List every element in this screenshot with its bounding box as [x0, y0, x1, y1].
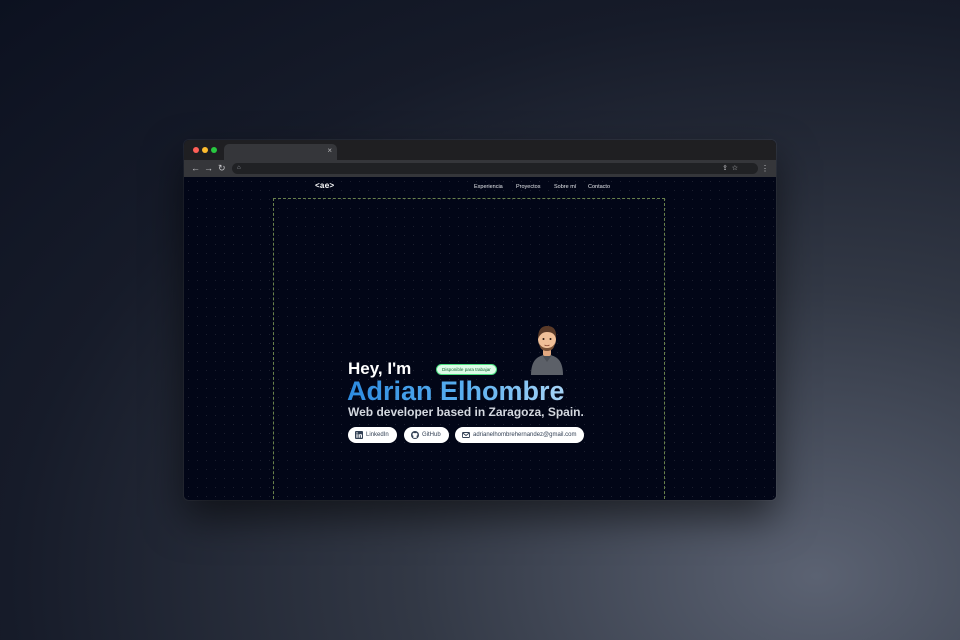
browser-window: × ← → ↻ ⌂ ⇪ ☆ ⋮ <ae> Experiencia Proyect…	[184, 140, 776, 500]
linkedin-label: LinkedIn	[366, 432, 389, 438]
email-button[interactable]: adrianelhombrehernandez@gmail.com	[455, 427, 585, 443]
github-label: GitHub	[422, 432, 441, 438]
browser-menu-icon[interactable]: ⋮	[761, 163, 769, 174]
linkedin-button[interactable]: LinkedIn	[348, 427, 397, 443]
hero-name: Adrian Elhombre	[347, 376, 565, 406]
share-icon[interactable]: ⇪	[722, 163, 728, 174]
close-window-button[interactable]	[193, 147, 199, 153]
hero-tagline: Web developer based in Zaragoza, Spain.	[348, 405, 584, 419]
minimize-window-button[interactable]	[202, 147, 208, 153]
avatar	[531, 326, 563, 375]
hero-section: Hey, I'm Disponible para trabajar Adrian…	[347, 177, 608, 500]
availability-badge: Disponible para trabajar	[436, 364, 497, 375]
back-arrow-icon[interactable]: ←	[191, 162, 200, 174]
github-icon	[411, 431, 419, 439]
site-logo[interactable]: <ae>	[315, 182, 334, 191]
browser-toolbar: ← → ↻ ⌂ ⇪ ☆ ⋮	[184, 160, 776, 177]
forward-arrow-icon[interactable]: →	[204, 162, 213, 174]
address-bar[interactable]: ⌂ ⇪ ☆	[232, 163, 758, 174]
email-label: adrianelhombrehernandez@gmail.com	[473, 432, 577, 438]
browser-tab[interactable]: ×	[224, 144, 337, 160]
reload-icon[interactable]: ↻	[218, 162, 226, 174]
linkedin-icon	[355, 431, 363, 439]
browser-tab-bar: ×	[184, 140, 776, 160]
site-info-icon[interactable]: ⌂	[237, 163, 241, 174]
mail-icon	[462, 432, 470, 438]
bookmark-star-icon[interactable]: ☆	[732, 163, 738, 174]
tab-close-icon[interactable]: ×	[327, 146, 332, 156]
github-button[interactable]: GitHub	[404, 427, 449, 443]
maximize-window-button[interactable]	[211, 147, 217, 153]
page-viewport: <ae> Experiencia Proyectos Sobre mí Cont…	[184, 177, 776, 500]
